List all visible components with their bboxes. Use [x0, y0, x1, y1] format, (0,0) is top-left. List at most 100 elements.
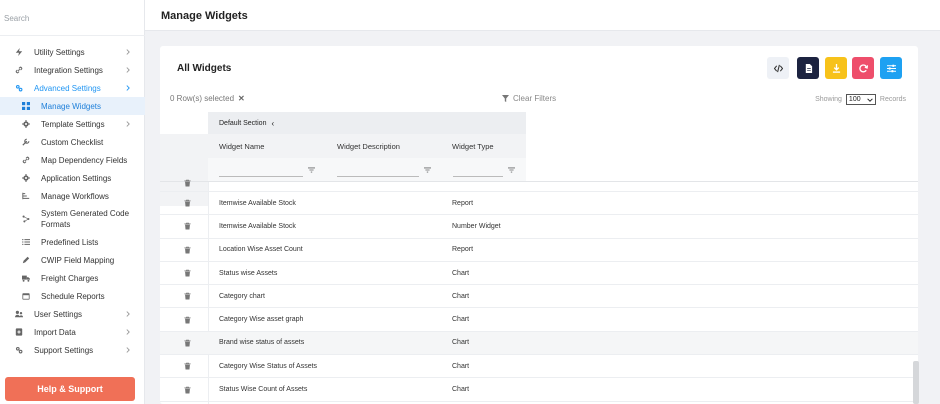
sidebar-item-label: Schedule Reports: [41, 291, 105, 301]
widget-name-cell: Status Wise Count of Assets: [219, 386, 308, 394]
table-row[interactable]: Location Wise Asset Count Report: [160, 239, 918, 262]
filter-icon[interactable]: [308, 167, 315, 173]
sidebar-item-advanced-settings[interactable]: Advanced Settings: [0, 79, 145, 97]
table-row[interactable]: Brand wise status of assets Chart: [160, 331, 918, 356]
chevron-right-icon[interactable]: [125, 347, 131, 353]
chevron-left-icon[interactable]: ‹: [271, 119, 274, 128]
trash-icon[interactable]: [184, 222, 191, 230]
trash-icon[interactable]: [184, 362, 191, 370]
sidebar-nav: Utility Settings Integration Settings Adva…: [0, 43, 145, 359]
scrollbar-thumb[interactable]: [913, 361, 919, 404]
table-row[interactable]: Category chart Chart: [160, 285, 918, 309]
sidebar-item-label: CWIP Field Mapping: [41, 255, 115, 265]
link-icon: [21, 155, 31, 165]
sidebar-item-label: Advanced Settings: [34, 83, 101, 93]
truck-icon: [21, 273, 31, 283]
refresh-button[interactable]: [852, 57, 874, 79]
widget-type-cell: Chart: [452, 339, 470, 347]
widget-name-cell: Status wise Assets: [219, 269, 278, 277]
filter-row: [160, 158, 526, 182]
chevron-right-icon[interactable]: [125, 121, 131, 127]
table-row[interactable]: Category Wise Status of Assets Chart: [160, 355, 918, 379]
sidebar-item-manage-widgets[interactable]: Manage Widgets: [0, 97, 145, 115]
code-icon: [773, 64, 783, 72]
sidebar-item-template-settings[interactable]: Template Settings: [0, 115, 145, 133]
chevron-right-icon[interactable]: [125, 67, 131, 73]
chevron-right-icon[interactable]: [125, 85, 131, 91]
download-button[interactable]: [825, 57, 847, 79]
chevron-right-icon[interactable]: [125, 49, 131, 55]
column-header-widget-name[interactable]: Widget Name: [219, 142, 264, 151]
trash-icon[interactable]: [184, 179, 191, 187]
clear-filters-button[interactable]: Clear Filters: [502, 94, 556, 103]
widget-description-filter-input[interactable]: [337, 176, 419, 177]
help-support-button[interactable]: Help & Support: [5, 377, 135, 401]
table-row[interactable]: [160, 179, 918, 192]
code-button[interactable]: [767, 57, 789, 79]
sidebar-item-label: Predefined Lists: [41, 237, 99, 247]
group-header[interactable]: Default Section ‹: [208, 112, 526, 134]
chevron-right-icon[interactable]: [125, 311, 131, 317]
widget-type-cell: Chart: [452, 316, 470, 324]
sidebar-item-manage-workflows[interactable]: Manage Workflows: [0, 187, 145, 205]
trash-icon[interactable]: [184, 339, 191, 347]
sidebar-item-freight-charges[interactable]: Freight Charges: [0, 269, 145, 287]
sidebar-item-utility-settings[interactable]: Utility Settings: [0, 43, 145, 61]
top-bar: Manage Widgets: [145, 0, 940, 31]
trash-icon[interactable]: [184, 292, 191, 300]
download-icon: [832, 63, 840, 73]
sidebar-item-cwip-field-mapping[interactable]: CWIP Field Mapping: [0, 251, 145, 269]
refresh-icon: [858, 63, 868, 72]
trash-icon[interactable]: [184, 386, 191, 394]
column-header-widget-description[interactable]: Widget Description: [337, 142, 400, 151]
widget-name-filter-input[interactable]: [219, 176, 303, 177]
widget-type-cell: Report: [452, 199, 474, 207]
column-header-widget-type[interactable]: Widget Type: [452, 142, 494, 151]
filter-icon[interactable]: [508, 167, 515, 173]
clear-selection-icon[interactable]: ✕: [238, 94, 245, 103]
sidebar-item-map-dependency-fields[interactable]: Map Dependency Fields: [0, 151, 145, 169]
sidebar-item-support-settings[interactable]: Support Settings: [0, 341, 145, 359]
table-row[interactable]: Status Wise Count of Assets Chart: [160, 378, 918, 402]
users-icon: [14, 309, 24, 319]
filter-icon[interactable]: [424, 167, 431, 173]
table-row[interactable]: Itemwise Available Stock Number Widget: [160, 215, 918, 239]
wrench-icon: [21, 137, 31, 147]
table-body: Itemwise Available Stock Report Itemwise A…: [160, 179, 918, 402]
table-row[interactable]: Category Wise asset graph Chart: [160, 308, 918, 332]
search-input[interactable]: Search: [4, 14, 29, 23]
import-icon: [14, 327, 24, 337]
trash-icon[interactable]: [184, 269, 191, 277]
widget-type-cell: Chart: [452, 292, 470, 300]
sidebar-item-schedule-reports[interactable]: Schedule Reports: [0, 287, 145, 305]
gears-icon: [14, 345, 24, 355]
card-title: All Widgets: [177, 63, 232, 74]
showing-label: Showing: [815, 96, 842, 103]
sidebar-item-integration-settings[interactable]: Integration Settings: [0, 61, 145, 79]
sidebar-item-label: Manage Workflows: [41, 191, 109, 201]
filter-icon: [502, 95, 509, 102]
chevron-down-icon: [867, 97, 873, 102]
sidebar-item-label: Manage Widgets: [41, 101, 102, 111]
records-select[interactable]: 100: [845, 94, 876, 105]
sidebar-item-label: Integration Settings: [34, 65, 103, 75]
sidebar-item-custom-checklist[interactable]: Custom Checklist: [0, 133, 145, 151]
sidebar-item-application-settings[interactable]: Application Settings: [0, 169, 145, 187]
document-button[interactable]: [797, 57, 819, 79]
trash-icon[interactable]: [184, 246, 191, 254]
sidebar-item-system-generated-code-formats[interactable]: System Generated Code Formats: [0, 205, 145, 233]
sidebar-item-predefined-lists[interactable]: Predefined Lists: [0, 233, 145, 251]
list-icon: [21, 237, 31, 247]
workflow-icon: [21, 191, 31, 201]
trash-icon[interactable]: [184, 199, 191, 207]
trash-icon[interactable]: [184, 316, 191, 324]
widget-type-filter-input[interactable]: [453, 176, 503, 177]
table-row[interactable]: Status wise Assets Chart: [160, 262, 918, 286]
chevron-right-icon[interactable]: [125, 329, 131, 335]
sidebar-item-user-settings[interactable]: User Settings: [0, 305, 145, 323]
sidebar-item-label: User Settings: [34, 309, 83, 319]
table-row[interactable]: Itemwise Available Stock Report: [160, 192, 918, 216]
settings-button[interactable]: [880, 57, 902, 79]
sidebar-search[interactable]: Search: [0, 0, 145, 36]
sidebar-item-import-data[interactable]: Import Data: [0, 323, 145, 341]
